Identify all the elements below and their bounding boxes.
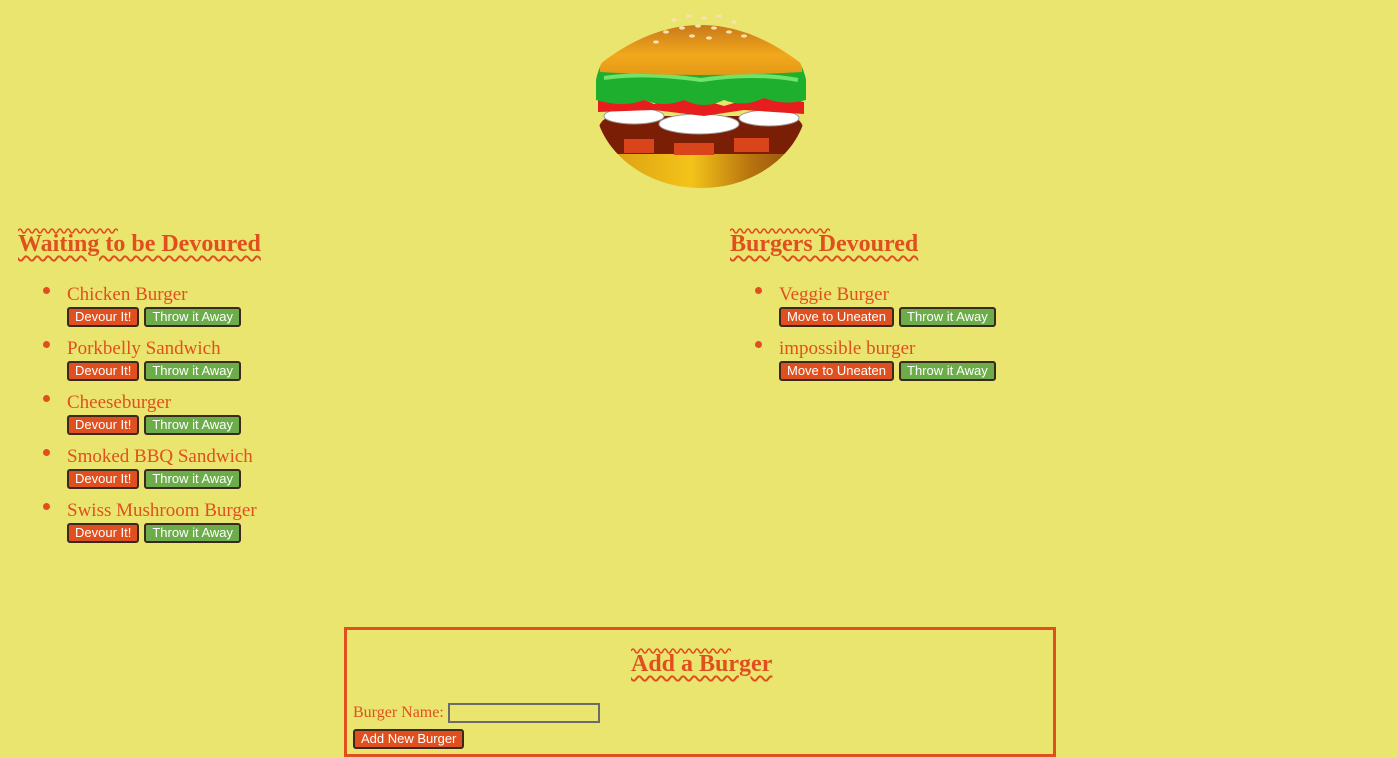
burger-name-input[interactable] bbox=[447, 703, 600, 723]
burger-name: impossible burger bbox=[779, 338, 916, 359]
burger-name: Veggie Burger bbox=[779, 284, 889, 305]
throw-away-button[interactable]: Throw it Away bbox=[144, 469, 242, 489]
list-item: Veggie Burger Move to Uneaten Throw it Awa… bbox=[755, 284, 1155, 344]
throw-away-button[interactable]: Throw it Away bbox=[899, 307, 996, 327]
list-item: Swiss Mushroom Burger Devour It! Throw it … bbox=[43, 500, 443, 560]
burger-name: Cheeseburger bbox=[67, 392, 172, 413]
bullet bbox=[755, 287, 762, 294]
devour-button[interactable]: Devour It! bbox=[67, 307, 140, 327]
list-item: Chicken Burger Devour It! Throw it Away bbox=[43, 284, 443, 344]
burger-name: Smoked BBQ Sandwich bbox=[67, 446, 253, 467]
burger-logo-icon bbox=[594, 6, 808, 188]
devoured-section: Burgers Devoured Veggie Burger Move to Un… bbox=[730, 226, 996, 381]
list-item: Cheeseburger Devour It! Throw it Away bbox=[43, 392, 443, 452]
add-burger-form: Add a Burger Burger Name: Add New Burger bbox=[344, 627, 1056, 757]
bullet bbox=[43, 287, 50, 294]
burger-name: Chicken Burger bbox=[67, 284, 188, 305]
list-item: Smoked BBQ Sandwich Devour It! Throw it Aw… bbox=[43, 446, 443, 506]
devoured-heading: Burgers Devoured bbox=[730, 231, 919, 257]
burger-name: Porkbelly Sandwich bbox=[67, 338, 221, 359]
waiting-list: Chicken Burger Devour It! Throw it Away Po… bbox=[43, 284, 443, 560]
devour-button[interactable]: Devour It! bbox=[67, 415, 140, 435]
throw-away-button[interactable]: Throw it Away bbox=[144, 415, 242, 435]
bullet bbox=[755, 341, 762, 348]
devour-button[interactable]: Devour It! bbox=[67, 523, 140, 543]
move-to-uneaten-button[interactable]: Move to Uneaten bbox=[779, 361, 895, 381]
throw-away-button[interactable]: Throw it Away bbox=[144, 523, 242, 543]
list-item: impossible burger Move to Uneaten Throw it… bbox=[755, 338, 1155, 398]
devour-button[interactable]: Devour It! bbox=[67, 469, 140, 489]
bullet bbox=[43, 449, 50, 456]
throw-away-button[interactable]: Throw it Away bbox=[899, 361, 996, 381]
devour-button[interactable]: Devour It! bbox=[67, 361, 140, 381]
devoured-list: Veggie Burger Move to Uneaten Throw it Awa… bbox=[755, 284, 1155, 398]
throw-away-button[interactable]: Throw it Away bbox=[144, 307, 242, 327]
list-item: Porkbelly Sandwich Devour It! Throw it Awa… bbox=[43, 338, 443, 398]
throw-away-button[interactable]: Throw it Away bbox=[144, 361, 242, 381]
add-new-burger-button[interactable]: Add New Burger bbox=[353, 729, 465, 749]
move-to-uneaten-button[interactable]: Move to Uneaten bbox=[779, 307, 895, 327]
bullet bbox=[43, 395, 50, 402]
bullet bbox=[43, 503, 50, 510]
burger-name-label: Burger Name: bbox=[353, 704, 444, 721]
waiting-section: Waiting to be Devoured Chicken Burger Dev… bbox=[18, 226, 261, 543]
waiting-heading: Waiting to be Devoured bbox=[18, 231, 261, 257]
bullet bbox=[43, 341, 50, 348]
burger-name: Swiss Mushroom Burger bbox=[67, 500, 257, 521]
add-burger-heading: Add a Burger bbox=[631, 651, 773, 677]
